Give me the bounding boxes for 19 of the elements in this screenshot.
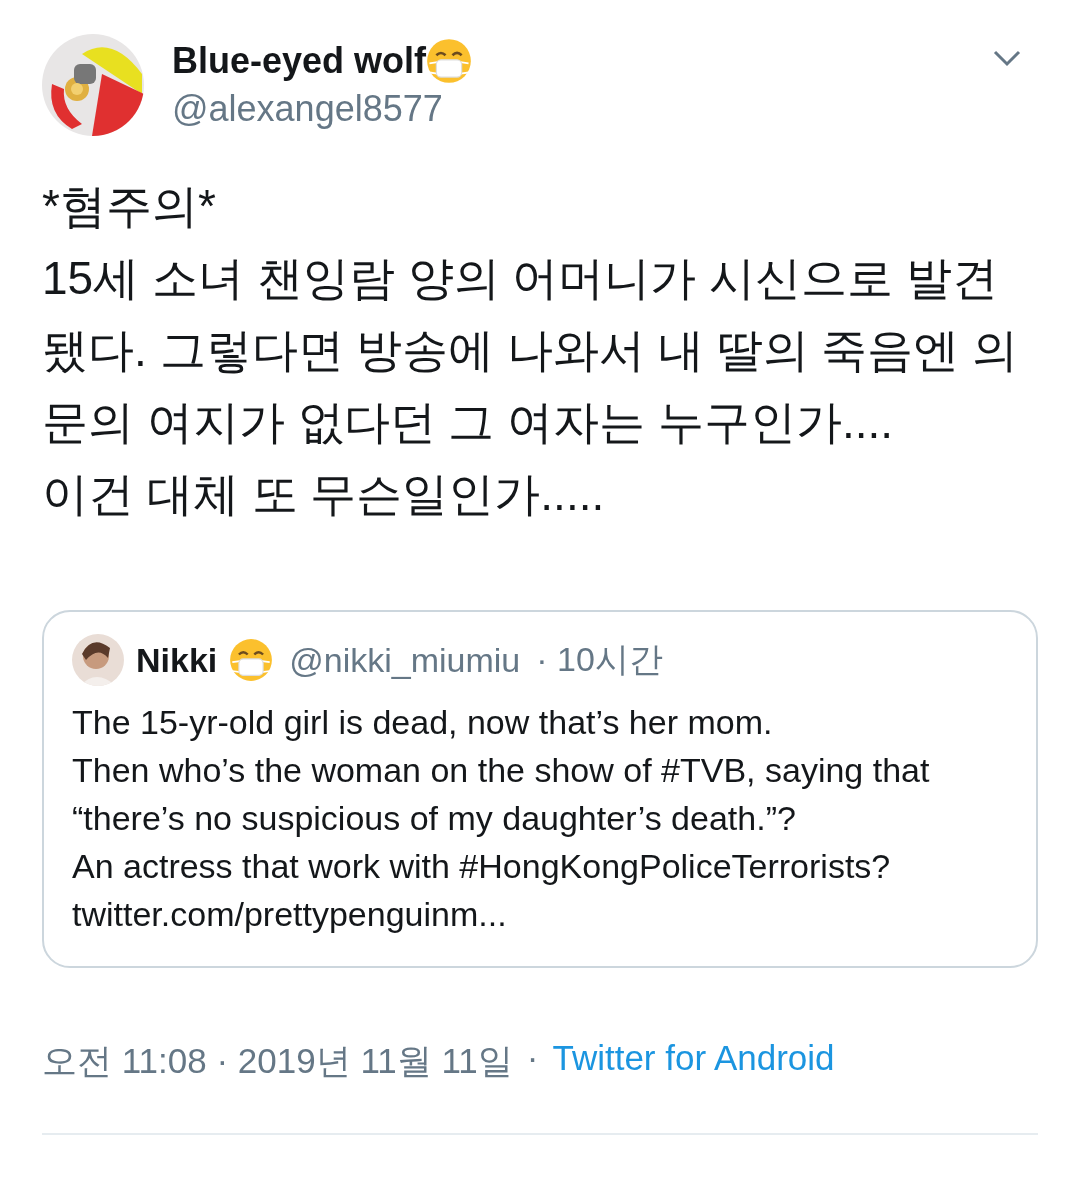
quoted-time: · 10시간 bbox=[536, 639, 663, 680]
mask-face-icon bbox=[229, 638, 274, 682]
quoted-author-handle[interactable]: @nikki_miumiu bbox=[289, 640, 521, 680]
mask-face-icon bbox=[426, 38, 473, 84]
quoted-link[interactable]: twitter.com/prettypenguinm... bbox=[72, 895, 507, 933]
tweet-text: 이건 대체 또 무슨일인가..... bbox=[42, 467, 606, 522]
quoted-text: An actress that work with #HongKongPoliceTerrorists? bbox=[72, 846, 892, 887]
quoted-text: Then who’s the woman on the show of #TVB, saying that bbox=[72, 750, 931, 791]
tweet-text: 15세 소녀 챈잉람 양의 어머니가 시신으로 발견됐다. 그렇다면 방송에 나와서 내 딸의 죽음엔 의문의 여지가 없다던 그 여자는 누구인가.... bbox=[42, 251, 1020, 450]
chevron-down-icon[interactable] bbox=[992, 48, 1022, 68]
quoted-tweet-card[interactable] bbox=[42, 610, 1038, 968]
separator: · bbox=[526, 1038, 539, 1079]
quoted-text: The 15-yr-old girl is dead, now that’s her mom. bbox=[72, 702, 774, 743]
timestamp: 오전 11:08 · 2019년 11월 11일 bbox=[42, 1040, 513, 1082]
quoted-author-name[interactable]: Nikki bbox=[136, 640, 218, 680]
tweet-text: *혐주의* bbox=[42, 179, 217, 234]
author-handle[interactable]: @alexangel8577 bbox=[172, 88, 964, 130]
author-name[interactable]: Blue-eyed wolf bbox=[172, 40, 427, 82]
quoted-text: “there’s no suspicious of my daughter’s death.”? bbox=[72, 798, 797, 839]
